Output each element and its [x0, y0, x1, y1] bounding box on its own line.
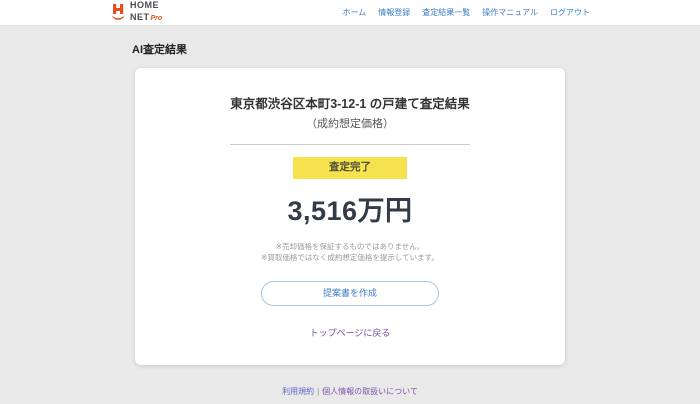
page: HOME NETPro ホーム 情報登録 査定結果一覧 操作マニュアル ログアウ… [0, 0, 700, 404]
terms-of-use-link[interactable]: 利用規約 [282, 387, 314, 396]
appraisal-result-card: 東京都渋谷区本町3-12-1 の戸建て査定結果 （成約想定価格） 査定完了 3,… [135, 68, 565, 365]
logo-home-label: HOME [130, 1, 162, 9]
nav-item-info-register[interactable]: 情報登録 [378, 7, 410, 18]
appraisal-price-value: 3,516万円 [135, 189, 565, 228]
page-footer: 利用規約|個人情報の取扱いについて [0, 386, 700, 404]
top-navigation-bar: HOME NETPro ホーム 情報登録 査定結果一覧 操作マニュアル ログアウ… [0, 0, 700, 26]
create-proposal-button[interactable]: 提案書を作成 [261, 281, 439, 306]
page-title: AI査定結果 [132, 41, 568, 57]
nav-item-logout[interactable]: ログアウト [550, 7, 590, 18]
homenet-pro-logo[interactable]: HOME NETPro [110, 1, 162, 24]
main-area: AI査定結果 東京都渋谷区本町3-12-1 の戸建て査定結果 （成約想定価格） … [0, 26, 700, 404]
nav-item-operation-manual[interactable]: 操作マニュアル [482, 7, 538, 18]
appraisal-price-type-subheading: （成約想定価格） [135, 115, 565, 131]
header-nav: ホーム 情報登録 査定結果一覧 操作マニュアル ログアウト [342, 7, 590, 18]
status-badge: 査定完了 [293, 157, 407, 179]
logo-net-label: NET [130, 13, 150, 21]
logo-pro-label: Pro [151, 15, 163, 22]
nav-item-appraisal-results-list[interactable]: 査定結果一覧 [422, 7, 470, 18]
logo-text: HOME NETPro [130, 1, 162, 24]
card-divider [230, 144, 470, 145]
disclaimer-line-2: ※買取価格ではなく成約想定価格を提示しています。 [135, 252, 565, 263]
disclaimer-notes: ※売却価格を保証するものではありません。 ※買取価格ではなく成約想定価格を提示し… [135, 241, 565, 264]
appraisal-address-heading: 東京都渋谷区本町3-12-1 の戸建て査定結果 [135, 93, 565, 112]
footer-separator: | [317, 387, 319, 396]
home-h-icon [110, 3, 127, 21]
nav-item-home[interactable]: ホーム [342, 7, 366, 18]
privacy-policy-link[interactable]: 個人情報の取扱いについて [322, 387, 418, 396]
back-to-top-link[interactable]: トップページに戻る [310, 328, 391, 338]
disclaimer-line-1: ※売却価格を保証するものではありません。 [135, 241, 565, 252]
